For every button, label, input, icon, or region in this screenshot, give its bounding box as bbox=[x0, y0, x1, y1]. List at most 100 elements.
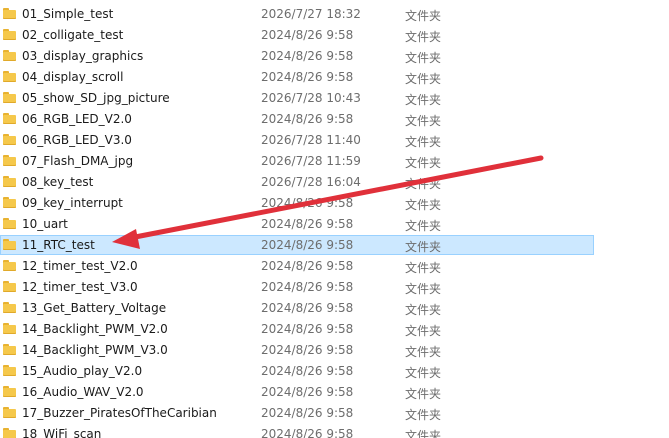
file-row[interactable]: 17_Buzzer_PiratesOfTheCaribian 2024/8/26 … bbox=[0, 403, 669, 424]
file-type: 文件夹 bbox=[405, 408, 442, 422]
file-name[interactable]: 06_RGB_LED_V3.0 bbox=[22, 133, 132, 147]
file-type: 文件夹 bbox=[405, 51, 442, 65]
file-type: 文件夹 bbox=[405, 156, 442, 170]
file-modified-date: 2024/8/26 9:58 bbox=[261, 49, 354, 63]
file-type: 文件夹 bbox=[405, 114, 442, 128]
file-row[interactable]: 07_Flash_DMA_jpg 2026/7/28 11:59 文件夹 bbox=[0, 151, 669, 172]
file-type: 文件夹 bbox=[405, 219, 442, 233]
file-modified-date: 2024/8/26 9:58 bbox=[261, 112, 354, 126]
file-name[interactable]: 02_colligate_test bbox=[22, 28, 123, 42]
file-row[interactable]: 16_Audio_WAV_V2.0 2024/8/26 9:58 文件夹 bbox=[0, 382, 669, 403]
folder-icon bbox=[3, 407, 16, 418]
file-type: 文件夹 bbox=[405, 282, 442, 296]
file-name[interactable]: 05_show_SD_jpg_picture bbox=[22, 91, 170, 105]
file-name[interactable]: 07_Flash_DMA_jpg bbox=[22, 154, 133, 168]
file-name[interactable]: 04_display_scroll bbox=[22, 70, 123, 84]
folder-icon bbox=[3, 197, 16, 208]
file-type: 文件夹 bbox=[405, 9, 442, 23]
file-modified-date: 2026/7/28 16:04 bbox=[261, 175, 361, 189]
file-name[interactable]: 03_display_graphics bbox=[22, 49, 143, 63]
folder-icon bbox=[3, 428, 16, 438]
file-name[interactable]: 17_Buzzer_PiratesOfTheCaribian bbox=[22, 406, 217, 420]
file-modified-date: 2024/8/26 9:58 bbox=[261, 259, 354, 273]
file-name[interactable]: 14_Backlight_PWM_V2.0 bbox=[22, 322, 168, 336]
file-row[interactable]: 12_timer_test_V2.0 2024/8/26 9:58 文件夹 bbox=[0, 256, 669, 277]
file-row[interactable]: 04_display_scroll 2024/8/26 9:58 文件夹 bbox=[0, 67, 669, 88]
file-row[interactable]: 12_timer_test_V3.0 2024/8/26 9:58 文件夹 bbox=[0, 277, 669, 298]
file-type: 文件夹 bbox=[405, 240, 442, 254]
file-row[interactable]: 14_Backlight_PWM_V3.0 2024/8/26 9:58 文件夹 bbox=[0, 340, 669, 361]
file-row[interactable]: 08_key_test 2026/7/28 16:04 文件夹 bbox=[0, 172, 669, 193]
file-row[interactable]: 02_colligate_test 2024/8/26 9:58 文件夹 bbox=[0, 25, 669, 46]
folder-icon bbox=[3, 113, 16, 124]
file-type: 文件夹 bbox=[405, 72, 442, 86]
folder-icon bbox=[3, 386, 16, 397]
folder-icon bbox=[3, 281, 16, 292]
folder-icon bbox=[3, 344, 16, 355]
file-name[interactable]: 14_Backlight_PWM_V3.0 bbox=[22, 343, 168, 357]
file-row[interactable]: 01_Simple_test 2026/7/27 18:32 文件夹 bbox=[0, 4, 669, 25]
file-row[interactable]: 15_Audio_play_V2.0 2024/8/26 9:58 文件夹 bbox=[0, 361, 669, 382]
file-modified-date: 2024/8/26 9:58 bbox=[261, 322, 354, 336]
file-row[interactable]: 06_RGB_LED_V3.0 2026/7/28 11:40 文件夹 bbox=[0, 130, 669, 151]
file-row[interactable]: 09_key_interrupt 2024/8/26 9:58 文件夹 bbox=[0, 193, 669, 214]
folder-icon bbox=[3, 218, 16, 229]
file-row[interactable]: 14_Backlight_PWM_V2.0 2024/8/26 9:58 文件夹 bbox=[0, 319, 669, 340]
file-modified-date: 2024/8/26 9:58 bbox=[261, 238, 354, 252]
file-modified-date: 2026/7/28 11:40 bbox=[261, 133, 361, 147]
file-modified-date: 2024/8/26 9:58 bbox=[261, 217, 354, 231]
file-modified-date: 2024/8/26 9:58 bbox=[261, 427, 354, 438]
file-name[interactable]: 16_Audio_WAV_V2.0 bbox=[22, 385, 144, 399]
file-modified-date: 2024/8/26 9:58 bbox=[261, 280, 354, 294]
folder-icon bbox=[3, 134, 16, 145]
file-type: 文件夹 bbox=[405, 366, 442, 380]
file-modified-date: 2024/8/26 9:58 bbox=[261, 196, 354, 210]
file-name[interactable]: 11_RTC_test bbox=[22, 238, 95, 252]
file-name[interactable]: 12_timer_test_V3.0 bbox=[22, 280, 138, 294]
folder-icon bbox=[3, 176, 16, 187]
folder-icon bbox=[3, 29, 16, 40]
folder-icon bbox=[3, 8, 16, 19]
file-type: 文件夹 bbox=[405, 261, 442, 275]
folder-icon bbox=[3, 92, 16, 103]
file-modified-date: 2024/8/26 9:58 bbox=[261, 406, 354, 420]
file-type: 文件夹 bbox=[405, 345, 442, 359]
file-name[interactable]: 09_key_interrupt bbox=[22, 196, 123, 210]
file-name[interactable]: 15_Audio_play_V2.0 bbox=[22, 364, 142, 378]
file-modified-date: 2024/8/26 9:58 bbox=[261, 343, 354, 357]
file-type: 文件夹 bbox=[405, 177, 442, 191]
file-modified-date: 2026/7/27 18:32 bbox=[261, 7, 361, 21]
file-name[interactable]: 18_WiFi_scan bbox=[22, 427, 101, 438]
file-list: 01_Simple_test 2026/7/27 18:32 文件夹 02_colli… bbox=[0, 4, 669, 438]
file-modified-date: 2024/8/26 9:58 bbox=[261, 28, 354, 42]
file-name[interactable]: 12_timer_test_V2.0 bbox=[22, 259, 138, 273]
file-row[interactable]: 10_uart 2024/8/26 9:58 文件夹 bbox=[0, 214, 669, 235]
file-name[interactable]: 13_Get_Battery_Voltage bbox=[22, 301, 166, 315]
folder-icon bbox=[3, 302, 16, 313]
file-modified-date: 2024/8/26 9:58 bbox=[261, 364, 354, 378]
file-name[interactable]: 10_uart bbox=[22, 217, 68, 231]
file-type: 文件夹 bbox=[405, 303, 442, 317]
file-name[interactable]: 06_RGB_LED_V2.0 bbox=[22, 112, 132, 126]
file-row[interactable]: 18_WiFi_scan 2024/8/26 9:58 文件夹 bbox=[0, 424, 669, 438]
file-row[interactable]: 13_Get_Battery_Voltage 2024/8/26 9:58 文件夹 bbox=[0, 298, 669, 319]
file-type: 文件夹 bbox=[405, 324, 442, 338]
file-row[interactable]: 06_RGB_LED_V2.0 2024/8/26 9:58 文件夹 bbox=[0, 109, 669, 130]
folder-icon bbox=[3, 365, 16, 376]
file-row[interactable]: 11_RTC_test 2024/8/26 9:58 文件夹 bbox=[0, 235, 669, 256]
file-type: 文件夹 bbox=[405, 93, 442, 107]
file-modified-date: 2024/8/26 9:58 bbox=[261, 385, 354, 399]
file-modified-date: 2026/7/28 11:59 bbox=[261, 154, 361, 168]
file-type: 文件夹 bbox=[405, 198, 442, 212]
file-name[interactable]: 08_key_test bbox=[22, 175, 93, 189]
file-row[interactable]: 03_display_graphics 2024/8/26 9:58 文件夹 bbox=[0, 46, 669, 67]
file-type: 文件夹 bbox=[405, 30, 442, 44]
file-name[interactable]: 01_Simple_test bbox=[22, 7, 113, 21]
file-type: 文件夹 bbox=[405, 135, 442, 149]
folder-icon bbox=[3, 260, 16, 271]
file-row[interactable]: 05_show_SD_jpg_picture 2026/7/28 10:43 文件夹 bbox=[0, 88, 669, 109]
folder-icon bbox=[3, 323, 16, 334]
file-type: 文件夹 bbox=[405, 429, 442, 438]
folder-icon bbox=[3, 155, 16, 166]
folder-icon bbox=[3, 239, 16, 250]
